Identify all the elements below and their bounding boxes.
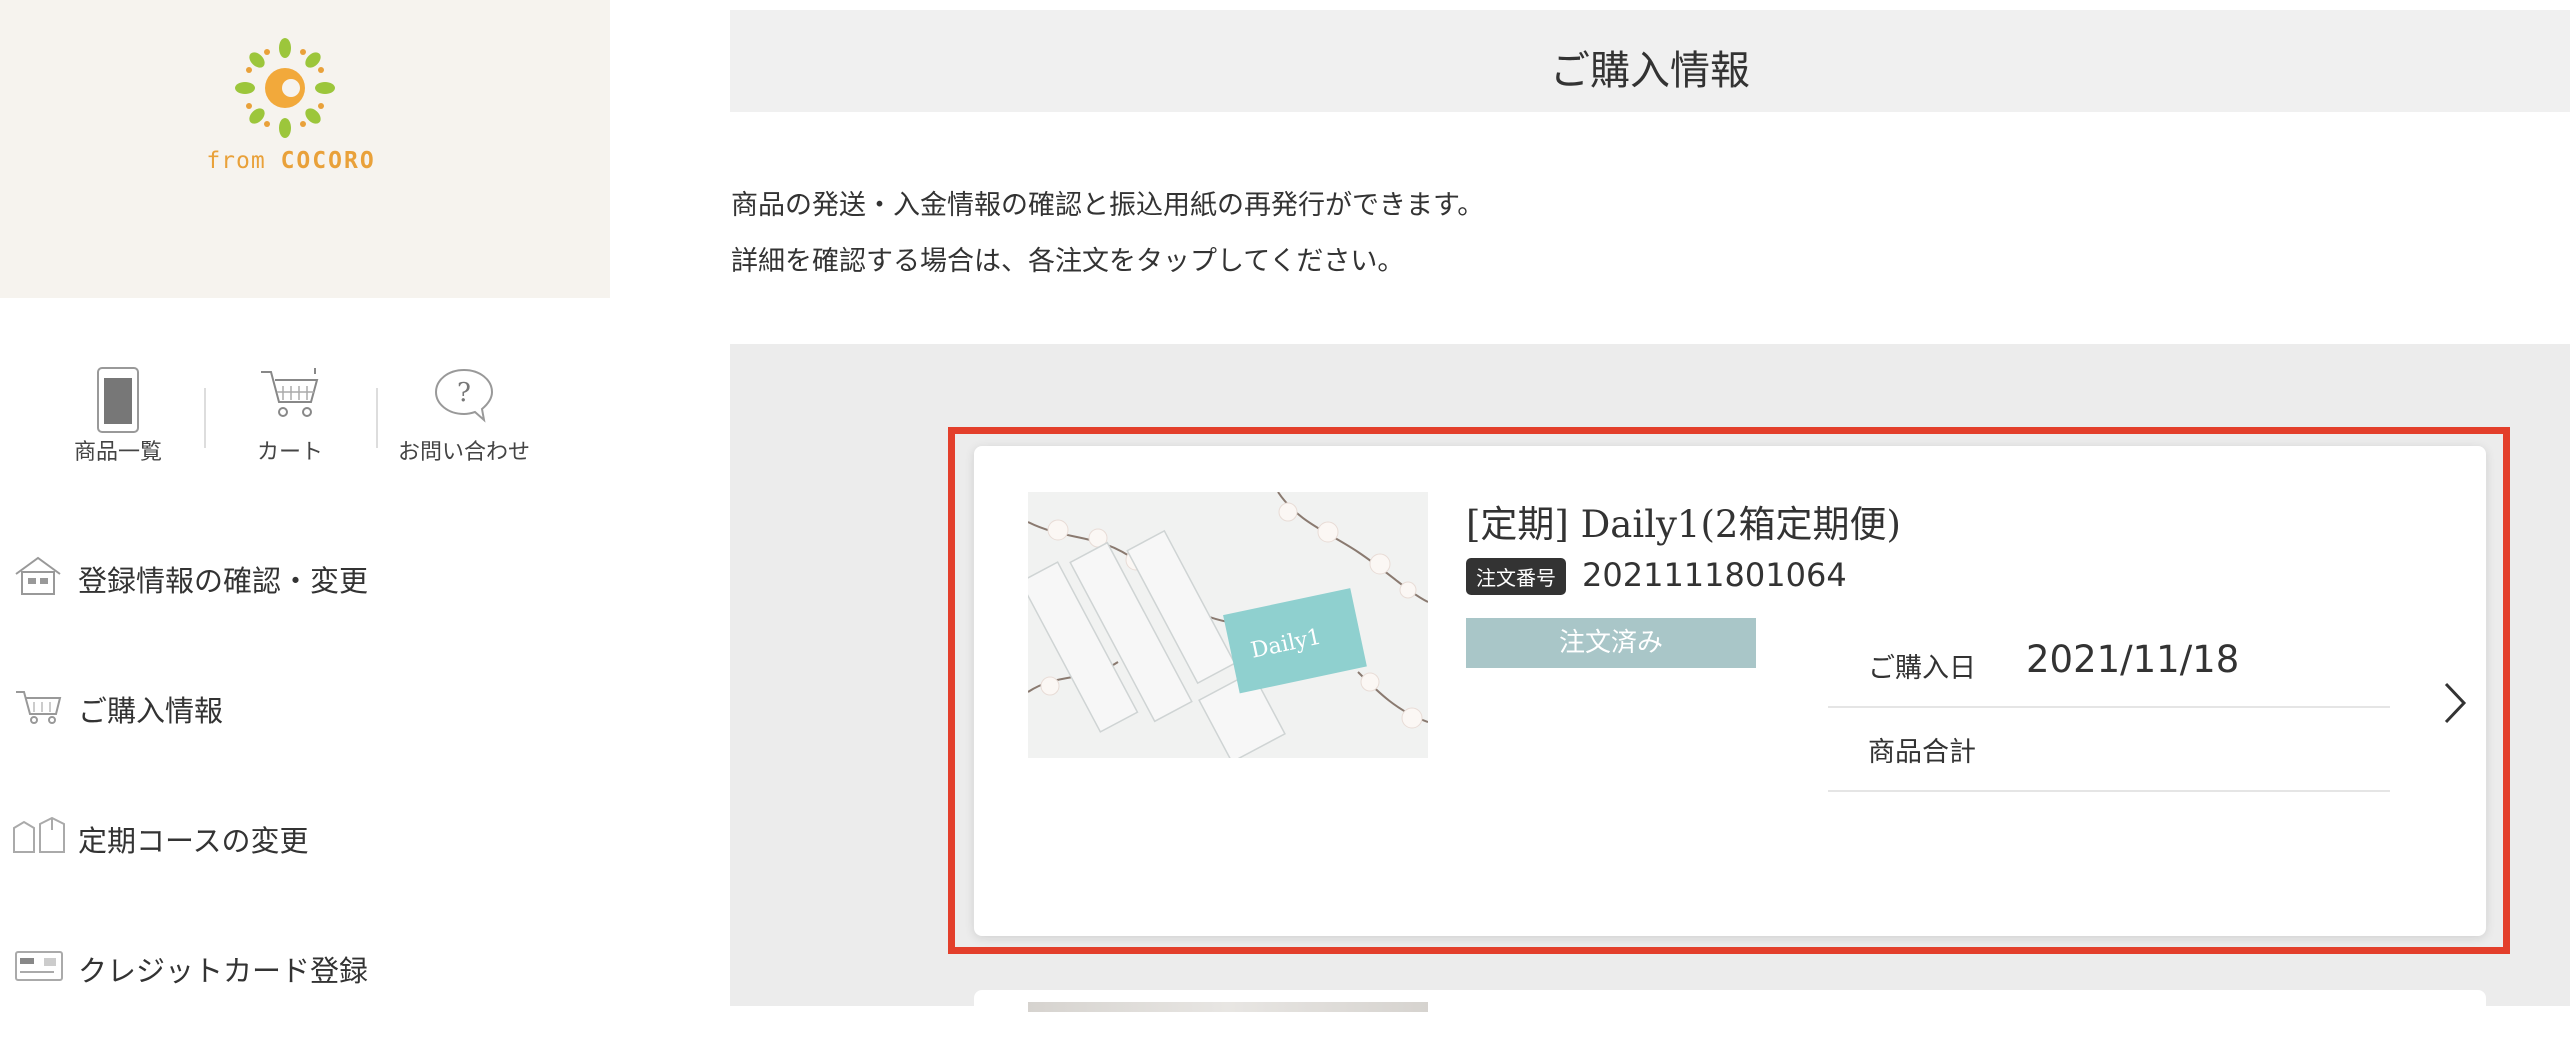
logo-brand: COCORO — [280, 148, 376, 174]
sidebar-item-label: 登録情報の確認・変更 — [78, 564, 369, 598]
sidebar-item-purchase[interactable]: ご購入情報 — [0, 662, 600, 742]
sidebar-item-label: クレジットカード登録 — [78, 954, 369, 988]
intro-line: 商品の発送・入金情報の確認と振込用紙の再発行ができます。 — [731, 190, 1485, 221]
logo-panel: from COCORO — [0, 0, 610, 298]
sidebar-item-label: ご購入情報 — [78, 694, 224, 728]
boxes-icon — [13, 816, 65, 853]
quicknav-label: お問い合わせ — [397, 440, 530, 465]
credit-card-icon — [15, 951, 63, 981]
divider — [204, 388, 206, 448]
house-icon — [15, 556, 61, 595]
quicknav-contact[interactable]: ? お問い合わせ — [384, 362, 544, 472]
question-icon: ? — [434, 368, 494, 423]
intro-line: 詳細を確認する場合は、各注文をタップしてください。 — [731, 246, 1405, 277]
svg-text:?: ? — [457, 378, 471, 408]
sidebar-item-subscription[interactable]: 定期コースの変更 — [0, 792, 600, 872]
divider — [376, 388, 378, 448]
page-header: ご購入情報 — [730, 10, 2570, 112]
order-card[interactable] — [974, 990, 2486, 1050]
sidebar-item-account[interactable]: 登録情報の確認・変更 — [0, 532, 600, 612]
logo-text[interactable]: from COCORO — [196, 148, 386, 174]
cart-icon — [261, 368, 319, 417]
logo-prefix: from — [206, 148, 266, 174]
cart-icon — [16, 691, 62, 724]
page-title: ご購入情報 — [1550, 48, 1750, 94]
quick-nav: 商品一覧 カート ? お問い合わせ — [38, 362, 598, 472]
intro-text: 商品の発送・入金情報の確認と振込用紙の再発行ができます。 詳細を確認する場合は、… — [731, 178, 1484, 290]
product-image — [1028, 1002, 1428, 1012]
quicknav-product-list[interactable]: 商品一覧 — [38, 362, 198, 472]
selection-highlight — [948, 427, 2510, 954]
logo-icon[interactable] — [235, 38, 335, 138]
quicknav-label: 商品一覧 — [73, 440, 162, 465]
sidebar-item-label: 定期コースの変更 — [78, 824, 309, 858]
quicknav-cart[interactable]: カート — [210, 362, 370, 472]
sidebar-item-credit-card[interactable]: クレジットカード登録 — [0, 922, 600, 1002]
product-list-icon — [97, 367, 139, 433]
quicknav-label: カート — [256, 440, 323, 465]
